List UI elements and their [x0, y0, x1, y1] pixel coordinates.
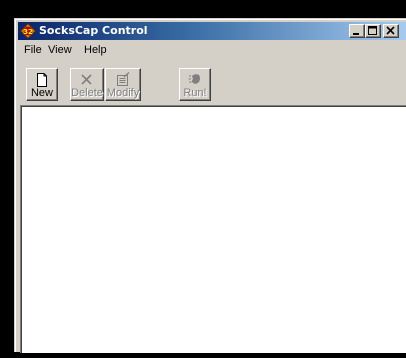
run-button-label: Run!: [183, 87, 207, 99]
close-button[interactable]: [383, 24, 399, 38]
sockscap-control-window: 32 SocksCap Control File View Help New D…: [14, 18, 406, 353]
run-icon: [188, 74, 200, 84]
delete-button[interactable]: Delete: [70, 68, 104, 101]
menu-view[interactable]: View: [48, 44, 72, 57]
delete-button-label: Delete: [71, 87, 103, 99]
modify-button-label: Modify: [106, 87, 140, 99]
maximize-button[interactable]: [365, 24, 381, 38]
close-icon: [386, 26, 395, 35]
new-button[interactable]: New: [26, 68, 58, 101]
svg-text:32: 32: [23, 28, 33, 36]
application-list[interactable]: [20, 105, 406, 353]
menu-bar: File View Help: [18, 41, 406, 60]
new-button-label: New: [30, 87, 53, 99]
modify-icon: [117, 72, 130, 86]
modify-button[interactable]: Modify: [105, 68, 141, 101]
minimize-icon: [353, 33, 359, 35]
menu-file[interactable]: File: [24, 44, 42, 57]
desktop-background: 32 SocksCap Control File View Help New D…: [0, 0, 406, 358]
run-button[interactable]: Run!: [179, 68, 211, 101]
menu-help[interactable]: Help: [84, 44, 107, 57]
delete-x-icon: [81, 74, 92, 85]
minimize-button[interactable]: [349, 24, 365, 38]
title-bar[interactable]: 32 SocksCap Control: [18, 22, 406, 40]
sockscap-app-icon: 32: [20, 23, 36, 39]
maximize-icon: [368, 26, 377, 35]
toolbar: New Delete Modify Run!: [18, 63, 406, 101]
window-title: SocksCap Control: [39, 24, 148, 37]
new-document-icon: [37, 73, 47, 87]
